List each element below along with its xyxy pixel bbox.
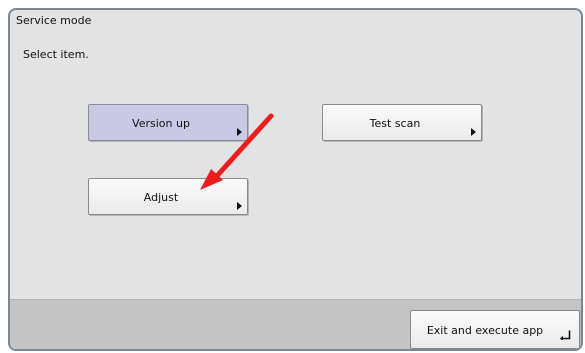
service-mode-panel: Service mode Select item. Version up Tes… xyxy=(8,8,583,351)
chevron-right-icon xyxy=(237,128,242,136)
version-up-button[interactable]: Version up xyxy=(88,104,248,141)
test-scan-button[interactable]: Test scan xyxy=(322,104,482,141)
chevron-right-icon xyxy=(471,128,476,136)
prompt-text: Select item. xyxy=(23,48,89,61)
test-scan-label: Test scan xyxy=(369,117,421,130)
exit-button-label: Exit and execute app xyxy=(426,324,544,337)
exit-and-execute-app-button[interactable]: Exit and execute app xyxy=(410,310,580,349)
adjust-label: Adjust xyxy=(143,191,179,204)
version-up-label: Version up xyxy=(132,117,190,130)
screen: Service mode Select item. Version up Tes… xyxy=(0,0,585,353)
enter-return-icon xyxy=(560,330,571,340)
adjust-button[interactable]: Adjust xyxy=(88,178,248,215)
window-title: Service mode xyxy=(16,14,92,27)
chevron-right-icon xyxy=(237,202,242,210)
